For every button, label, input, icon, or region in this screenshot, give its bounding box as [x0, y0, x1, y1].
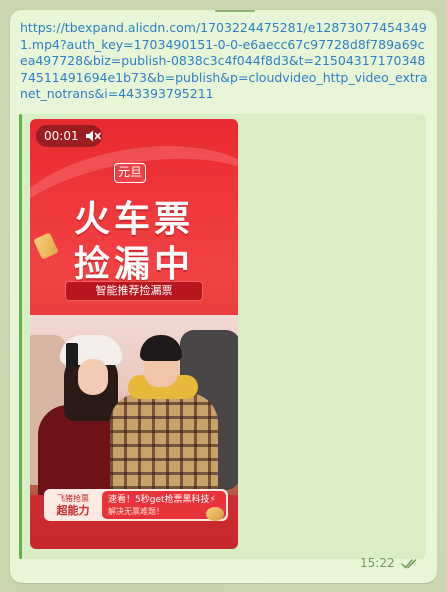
message-bubble[interactable]: https://tbexpand.alicdn.com/170322447528… [10, 10, 437, 583]
woman-face [78, 359, 108, 395]
muted-speaker-icon[interactable] [85, 129, 101, 143]
promo-title: 超能力 [56, 503, 90, 517]
holiday-tag: 元旦 [114, 163, 146, 183]
headline-line-2: 捡漏中 [73, 244, 194, 285]
promo-brand: 飞猪抢票 [57, 493, 89, 503]
promo-banner-left: 飞猪抢票 超能力 [44, 489, 102, 521]
phone-icon [66, 343, 78, 367]
video-preview[interactable]: 00:01 元旦 火车票 捡漏中 智能推荐捡漏票 飞猪抢票 超能力 速看！5秒g… [30, 119, 238, 549]
message-time: 15:22 [360, 556, 395, 570]
man-hair [140, 335, 182, 361]
sub-banner: 智能推荐捡漏票 [66, 282, 202, 300]
promo-line-1: 速看！5秒get抢票黑科技⚡ [108, 494, 216, 505]
bubble-top-strip [215, 10, 255, 12]
video-timestamp: 00:01 [44, 129, 79, 143]
message-meta: 15:22 [360, 555, 419, 571]
man-figure [110, 393, 218, 495]
message-link[interactable]: https://tbexpand.alicdn.com/170322447528… [20, 20, 428, 103]
promo-banner: 飞猪抢票 超能力 速看！5秒get抢票黑科技⚡ 解决无票难题！ [44, 489, 228, 521]
double-check-icon [400, 558, 416, 569]
video-time-pill[interactable]: 00:01 [36, 125, 102, 147]
coin-decoration [206, 507, 224, 521]
preview-accent-bar [19, 114, 22, 559]
passengers-photo [30, 315, 238, 495]
